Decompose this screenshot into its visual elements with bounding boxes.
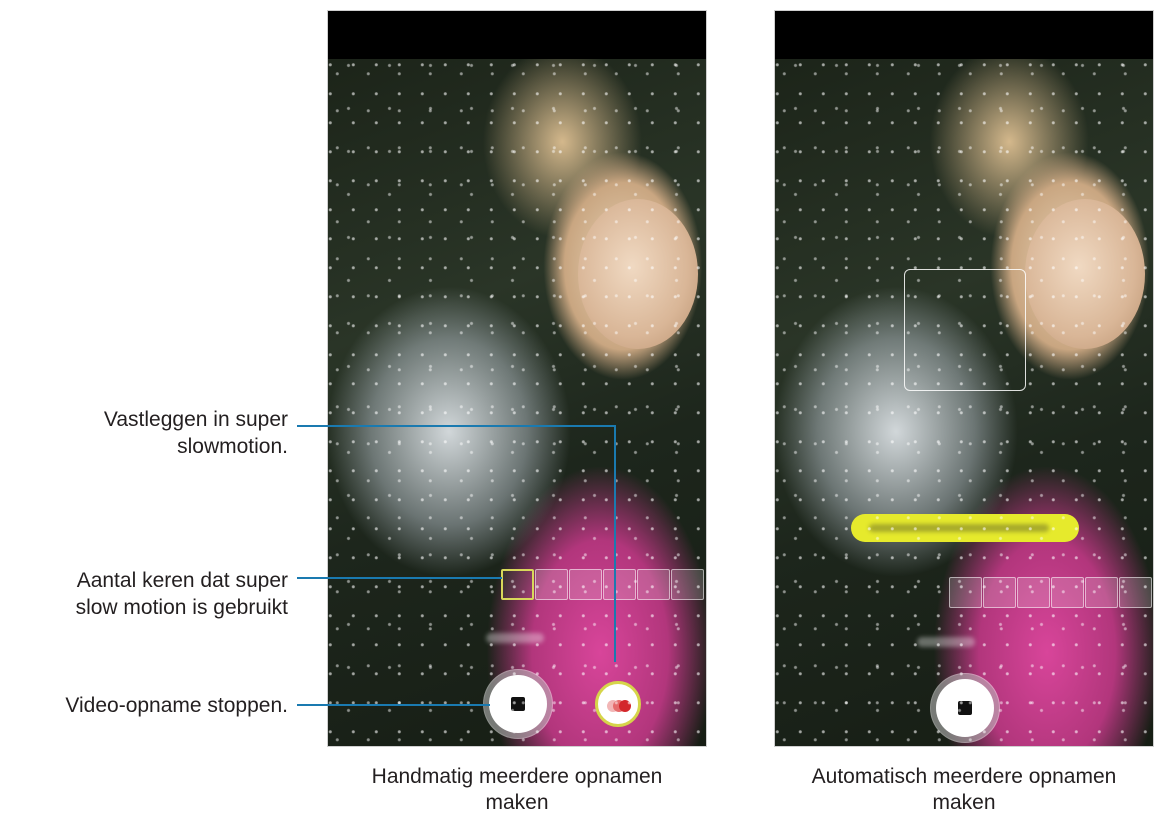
callout-line-capture xyxy=(297,425,616,662)
caption-auto: Automatisch meerdere opnamen maken xyxy=(811,765,1117,814)
callout-label-capture: Vastleggen in super slowmotion. xyxy=(103,408,288,458)
callout-label-count: Aantal keren dat super slow motion is ge… xyxy=(75,569,288,619)
callout-label-stop: Video-opname stoppen. xyxy=(65,694,288,717)
caption-manual: Handmatig meerdere opnamen maken xyxy=(371,765,663,814)
